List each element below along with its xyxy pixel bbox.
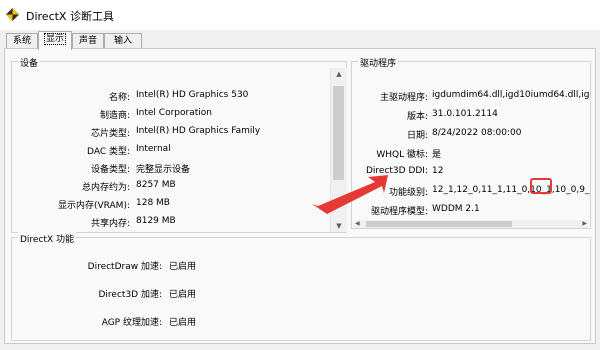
main-driver-value: igdumdim64.dll,igd10iumd64.dll,igd1 <box>432 90 590 100</box>
tab-strip: 系统 显示 声音 输入 <box>0 30 600 50</box>
agp-value: 已启用 <box>169 318 197 328</box>
dac-type-label: DAC 类型: <box>87 147 130 157</box>
scroll-down-icon[interactable]: ▼ <box>331 222 347 230</box>
driver-model-value: WDDM 2.1 <box>432 204 480 214</box>
directx-features-groupbox: DirectX 功能 DirectDraw 加速: 已启用 Direct3D 加… <box>11 232 591 341</box>
total-memory-value: 8257 MB <box>136 180 176 190</box>
scroll-up-icon[interactable]: ▲ <box>331 70 347 78</box>
driver-heading: 驱动程序 <box>358 56 399 69</box>
date-value: 8/24/2022 08:00:00 <box>432 128 522 138</box>
directx-app-icon <box>6 8 19 21</box>
agp-label: AGP 纹理加速: <box>101 318 162 328</box>
device-scroll-thumb[interactable] <box>333 86 344 180</box>
scroll-right-icon[interactable]: ▶ <box>582 220 587 227</box>
whql-value: 是 <box>432 150 442 160</box>
shared-memory-label: 共享内存: <box>90 219 130 229</box>
feature-level-highlight-box <box>530 178 552 194</box>
directdraw-value: 已启用 <box>169 262 197 272</box>
device-name-value: Intel(R) HD Graphics 530 <box>136 90 249 100</box>
date-label: 日期: <box>406 131 428 141</box>
scroll-left-icon[interactable]: ◀ <box>355 220 360 227</box>
feature-levels-value: 12_1,12_0,11_1,11_0,10_1,10_0,9_3,9_2 <box>432 185 590 195</box>
chip-type-label: 芯片类型: <box>90 129 130 139</box>
device-scrollbar[interactable]: ▲ ▼ <box>330 68 347 232</box>
total-memory-label: 总内存约为: <box>81 183 130 193</box>
tab-input[interactable]: 输入 <box>104 33 142 49</box>
d3d-ddi-label: Direct3D DDI: <box>365 166 428 176</box>
driver-scroll-thumb[interactable] <box>366 221 512 227</box>
shared-memory-value: 8129 MB <box>136 216 176 226</box>
whql-label: WHQL 徽标: <box>376 150 428 160</box>
tab-system[interactable]: 系统 <box>6 33 38 49</box>
vram-value: 128 MB <box>136 198 170 208</box>
tab-display[interactable]: 显示 <box>38 31 72 50</box>
device-name-label: 名称: <box>108 93 130 103</box>
direct3d-label: Direct3D 加速: <box>98 290 163 300</box>
directdraw-label: DirectDraw 加速: <box>87 262 162 272</box>
version-value: 31.0.101.2114 <box>432 109 498 119</box>
version-label: 版本: <box>406 112 428 122</box>
vram-label: 显示内存(VRAM): <box>57 201 130 211</box>
manufacturer-label: 制造商: <box>99 111 130 121</box>
display-tab-panel: 设备 名称: Intel(R) HD Graphics 530 制造商: Int… <box>4 48 596 344</box>
manufacturer-value: Intel Corporation <box>136 108 212 118</box>
driver-groupbox: 驱动程序 主驱动程序: igdumdim64.dll,igd10iumd64.d… <box>351 56 591 229</box>
tab-sound[interactable]: 声音 <box>72 33 104 49</box>
main-driver-label: 主驱动程序: <box>379 93 428 103</box>
d3d-ddi-value: 12 <box>432 166 444 176</box>
window-title: DirectX 诊断工具 <box>26 10 114 23</box>
dac-type-value: Internal <box>136 144 171 154</box>
directx-features-heading: DirectX 功能 <box>18 232 76 245</box>
title-bar: DirectX 诊断工具 <box>0 0 600 30</box>
device-type-label: 设备类型: <box>90 165 130 175</box>
feature-levels-label: 功能级别: <box>388 188 428 198</box>
direct3d-value: 已启用 <box>169 290 197 300</box>
device-groupbox: 设备 名称: Intel(R) HD Graphics 530 制造商: Int… <box>11 56 347 233</box>
chip-type-value: Intel(R) HD Graphics Family <box>136 126 261 136</box>
driver-model-label: 驱动程序模型: <box>370 207 428 217</box>
device-type-value: 完整显示设备 <box>136 165 191 175</box>
driver-scrollbar[interactable]: ◀ ▶ <box>354 220 588 228</box>
device-heading: 设备 <box>18 56 41 69</box>
